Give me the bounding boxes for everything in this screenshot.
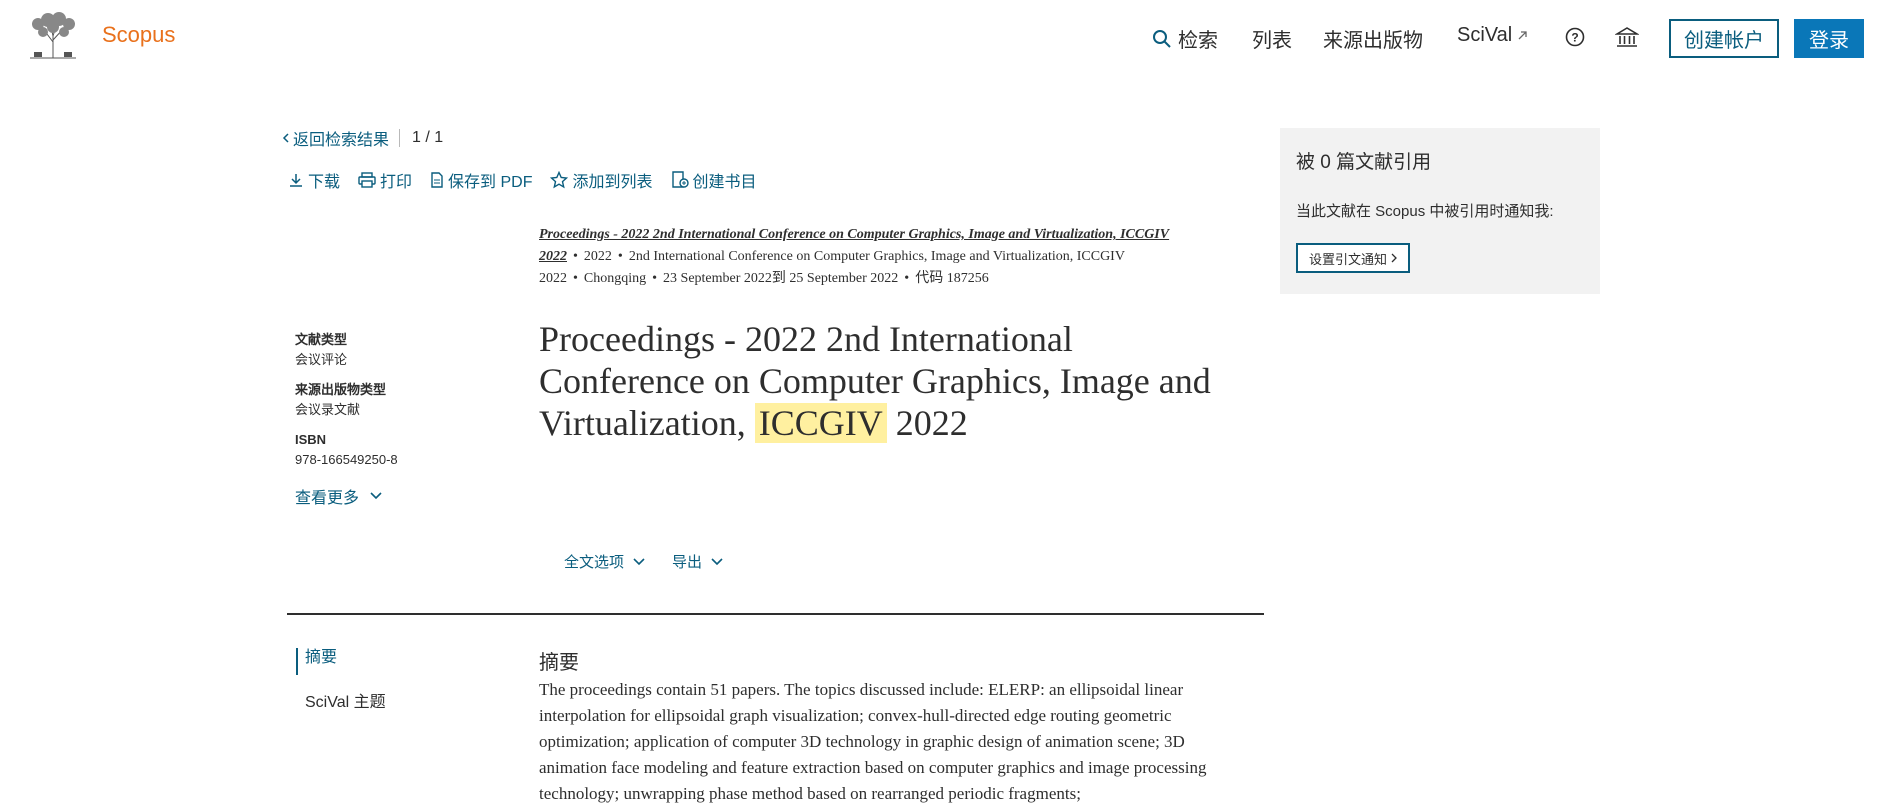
add-to-list-button[interactable]: 添加到列表 [550,168,653,192]
conference-dates: 23 September 2022到 25 September 2022 [663,271,899,286]
download-button[interactable]: 下载 [288,168,340,192]
chevron-left-icon [282,133,289,143]
chevron-down-icon [370,492,382,500]
isbn-value: 978-166549250-8 [295,452,398,467]
save-pdf-label: 保存到 PDF [448,174,533,191]
tab-scival-topics[interactable]: SciVal 主题 [305,688,386,712]
divider [399,129,401,147]
back-to-results-link[interactable]: 返回检索结果 [282,126,389,150]
star-icon [550,171,569,189]
full-text-options-button[interactable]: 全文选项 [564,551,646,572]
source-info: Proceedings - 2022 2nd International Con… [539,227,1170,286]
chevron-right-icon [1391,253,1397,263]
abstract-heading: 摘要 [539,652,579,674]
brand-name[interactable]: Scopus [102,22,175,48]
nav-sources[interactable]: 来源出版物 [1323,24,1423,53]
chevron-down-icon [711,557,723,565]
download-label: 下载 [308,174,341,191]
see-more-label: 查看更多 [295,490,360,507]
document-toolbar: 下载 打印 保存到 PDF 添加到列表 创建书目 [288,168,775,192]
title-highlight: ICCGIV [754,403,887,443]
document-options: 全文选项 导出 [564,551,750,572]
create-account-button[interactable]: 创建帐户 [1669,19,1779,58]
nav-search[interactable]: 检索 [1152,24,1218,53]
citation-panel: 被 0 篇文献引用 当此文献在 Scopus 中被引用时通知我: 设置引文通知 [1280,128,1600,294]
bibliography-icon [671,171,689,188]
nav-scival[interactable]: SciVal [1457,24,1528,47]
download-icon [290,174,302,187]
source-year: 2022 [583,249,612,264]
login-button[interactable]: 登录 [1794,19,1864,58]
print-icon [358,172,376,188]
breadcrumb: 返回检索结果 1 / 1 [282,126,443,150]
print-button[interactable]: 打印 [358,168,412,192]
nav-lists[interactable]: 列表 [1252,24,1292,53]
doc-type-label: 文献类型 [295,332,348,347]
create-bibliography-button[interactable]: 创建书目 [671,168,757,192]
citation-alert-description: 当此文献在 Scopus 中被引用时通知我: [1296,203,1554,220]
help-icon[interactable]: ? [1565,27,1585,52]
external-link-icon [1518,30,1527,39]
svg-text:?: ? [1571,31,1578,45]
source-type-value: 会议录文献 [295,402,361,417]
nav-search-label: 检索 [1178,30,1218,52]
isbn-label: ISBN [295,432,327,447]
conference-code: 代码 187256 [915,271,989,286]
result-pager: 1 / 1 [412,129,444,146]
full-text-options-label: 全文选项 [564,554,625,571]
document-metadata: 文献类型 会议评论 来源出版物类型 会议录文献 ISBN 978-1665492… [295,330,495,480]
document-title: Proceedings - 2022 2nd International Con… [539,318,1239,444]
tab-abstract[interactable]: 摘要 [296,648,337,675]
search-icon [1153,29,1171,48]
section-divider [287,613,1264,615]
doc-type-value: 会议评论 [295,352,348,367]
elsevier-logo[interactable] [24,12,82,62]
print-label: 打印 [380,174,413,191]
export-label: 导出 [672,554,703,571]
export-button[interactable]: 导出 [672,551,724,572]
source-type-label: 来源出版物类型 [295,382,387,397]
save-pdf-button[interactable]: 保存到 PDF [430,168,532,192]
top-header: Scopus 检索 列表 来源出版物 SciVal ? 创建帐户 登录 [0,0,1878,74]
set-citation-alert-label: 设置引文通知 [1308,251,1387,267]
conference-location: Chongqing [583,271,647,286]
add-to-list-label: 添加到列表 [572,174,653,191]
set-citation-alert-button[interactable]: 设置引文通知 [1296,243,1410,273]
create-bibliography-label: 创建书目 [692,174,757,191]
pdf-file-icon [431,172,443,188]
cited-by-count: 被 0 篇文献引用 [1296,152,1432,173]
abstract-text: The proceedings contain 51 papers. The t… [539,680,1207,803]
title-suffix: 2022 [886,403,968,443]
see-more-button[interactable]: 查看更多 [295,484,383,508]
nav-scival-label: SciVal [1457,24,1513,46]
chevron-down-icon [633,557,645,565]
institution-icon[interactable] [1614,25,1640,54]
back-label: 返回检索结果 [293,132,390,149]
